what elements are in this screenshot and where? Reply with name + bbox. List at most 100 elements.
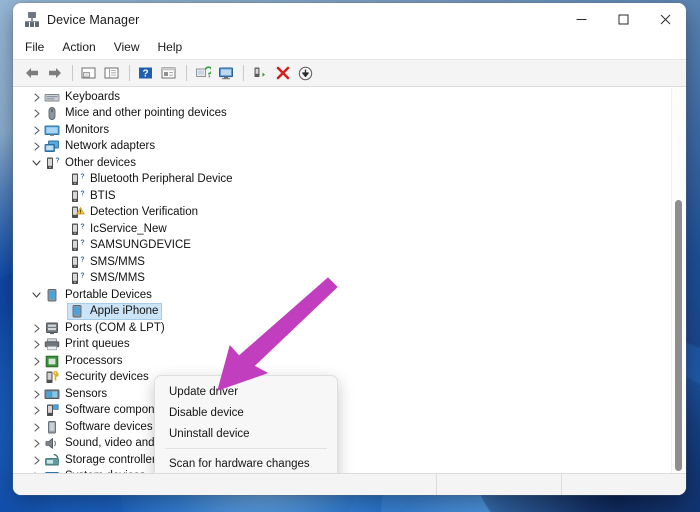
vertical-scrollbar[interactable] xyxy=(671,88,685,473)
tree-item-label: Network adapters xyxy=(65,140,156,153)
chevron-right-icon[interactable] xyxy=(30,340,43,349)
context-menu-item[interactable]: Scan for hardware changes xyxy=(155,453,337,473)
chevron-right-icon[interactable] xyxy=(30,390,43,399)
chevron-right-icon[interactable] xyxy=(30,406,43,415)
tree-item[interactable]: Monitors xyxy=(13,122,672,139)
tree-item[interactable]: Storage controllers xyxy=(13,452,672,469)
tree-item-content: ? BTIS xyxy=(68,189,119,204)
help-button[interactable]: ? xyxy=(135,63,156,83)
toolbar-separator-4 xyxy=(243,65,244,81)
sensor-icon xyxy=(44,387,60,402)
tree-item-content: System devices xyxy=(43,469,149,473)
context-menu-item[interactable]: Uninstall device xyxy=(155,423,337,444)
chevron-right-icon[interactable] xyxy=(30,472,43,473)
chevron-right-icon[interactable] xyxy=(30,126,43,135)
tree-item[interactable]: Software components xyxy=(13,403,672,420)
chevron-right-icon[interactable] xyxy=(30,324,43,333)
minimize-button[interactable] xyxy=(560,3,602,36)
menu-bar: File Action View Help xyxy=(13,36,686,60)
tree-item-content: ? Bluetooth Peripheral Device xyxy=(68,172,236,187)
tree-item[interactable]: Portable Devices xyxy=(13,287,672,304)
back-button[interactable] xyxy=(21,63,42,83)
unknown-device-icon: ? xyxy=(69,222,85,237)
scan-hardware-changes-button[interactable] xyxy=(215,63,236,83)
device-tree[interactable]: Keyboards Mice and other pointing devices… xyxy=(13,89,672,473)
tree-item-label: SAMSUNGDEVICE xyxy=(90,239,191,252)
tree-item[interactable]: ? SAMSUNGDEVICE xyxy=(13,238,672,255)
menu-file[interactable]: File xyxy=(25,38,53,57)
show-hide-console-tree-button[interactable] xyxy=(101,63,122,83)
chevron-right-icon[interactable] xyxy=(30,142,43,151)
tree-item-selected[interactable]: Apple iPhone xyxy=(13,303,672,321)
mouse-icon xyxy=(44,106,60,121)
tree-item[interactable]: Mice and other pointing devices xyxy=(13,106,672,123)
tree-item-label: Software devices xyxy=(65,420,153,433)
tree-item-content: Processors xyxy=(43,354,126,369)
tree-item[interactable]: System devices xyxy=(13,469,672,473)
tree-item-label: SMS/MMS xyxy=(90,272,145,285)
tree-item-content: ? SAMSUNGDEVICE xyxy=(68,238,194,253)
chevron-right-icon[interactable] xyxy=(30,373,43,382)
tree-item-content: Sensors xyxy=(43,387,110,402)
tree-item-label: Bluetooth Peripheral Device xyxy=(90,173,233,186)
window-controls xyxy=(560,3,686,36)
tree-item-label: Keyboards xyxy=(65,90,120,103)
tree-item[interactable]: Security devices xyxy=(13,370,672,387)
processor-icon xyxy=(44,354,60,369)
chevron-right-icon[interactable] xyxy=(30,109,43,118)
svg-text:?: ? xyxy=(55,157,59,164)
tree-item[interactable]: ? IcService_New xyxy=(13,221,672,238)
tree-item[interactable]: Processors xyxy=(13,353,672,370)
tree-item[interactable]: ? Bluetooth Peripheral Device xyxy=(13,172,672,189)
chevron-right-icon[interactable] xyxy=(30,423,43,432)
chevron-right-icon[interactable] xyxy=(30,439,43,448)
chevron-right-icon[interactable] xyxy=(30,456,43,465)
tree-item[interactable]: Sound, video and game controllers xyxy=(13,436,672,453)
context-menu-item[interactable]: Update driver xyxy=(155,381,337,402)
update-driver-button[interactable] xyxy=(192,63,213,83)
chevron-right-icon[interactable] xyxy=(30,357,43,366)
tree-item-content: ? SMS/MMS xyxy=(68,255,148,270)
tree-item-content: ? SMS/MMS xyxy=(68,271,148,286)
properties-button[interactable] xyxy=(158,63,179,83)
unknown-device-icon: ? xyxy=(69,189,85,204)
forward-button[interactable] xyxy=(44,63,65,83)
svg-text:?: ? xyxy=(80,240,84,247)
tree-item-content: Portable Devices xyxy=(43,288,155,303)
context-menu-item[interactable]: Disable device xyxy=(155,402,337,423)
tree-item[interactable]: ? SMS/MMS xyxy=(13,254,672,271)
vertical-scrollbar-thumb[interactable] xyxy=(675,200,682,471)
tree-item[interactable]: Ports (COM & LPT) xyxy=(13,320,672,337)
monitor-icon xyxy=(44,123,60,138)
enable-device-button[interactable] xyxy=(249,63,270,83)
chevron-down-icon[interactable] xyxy=(30,159,43,167)
close-button[interactable] xyxy=(644,3,686,36)
chevron-down-icon[interactable] xyxy=(30,291,43,299)
tree-item[interactable]: Network adapters xyxy=(13,139,672,156)
tree-item-content: Keyboards xyxy=(43,90,123,105)
tree-item[interactable]: ? BTIS xyxy=(13,188,672,205)
up-one-level-button[interactable] xyxy=(78,63,99,83)
tree-item-label: Print queues xyxy=(65,338,130,351)
tree-item-content: Storage controllers xyxy=(43,453,165,468)
tree-item[interactable]: Keyboards xyxy=(13,89,672,106)
unknown-device-icon: ? xyxy=(44,156,60,171)
menu-view[interactable]: View xyxy=(114,38,149,57)
chevron-right-icon[interactable] xyxy=(30,93,43,102)
printer-icon xyxy=(44,337,60,352)
menu-help[interactable]: Help xyxy=(158,38,192,57)
tree-item-label: Security devices xyxy=(65,371,149,384)
tree-item-label: Detection Verification xyxy=(90,206,199,219)
tree-item[interactable]: Print queues xyxy=(13,337,672,354)
tree-item[interactable]: ? SMS/MMS xyxy=(13,271,672,288)
install-legacy-hardware-button[interactable] xyxy=(295,63,316,83)
uninstall-device-button[interactable] xyxy=(272,63,293,83)
tree-item[interactable]: Sensors xyxy=(13,386,672,403)
tree-item[interactable]: Detection Verification xyxy=(13,205,672,222)
tree-item[interactable]: ? Other devices xyxy=(13,155,672,172)
maximize-button[interactable] xyxy=(602,3,644,36)
menu-action[interactable]: Action xyxy=(62,38,104,57)
tree-item[interactable]: Software devices xyxy=(13,419,672,436)
context-menu[interactable]: Update driver Disable device Uninstall dev… xyxy=(154,375,338,473)
title-bar: Device Manager xyxy=(13,3,686,36)
